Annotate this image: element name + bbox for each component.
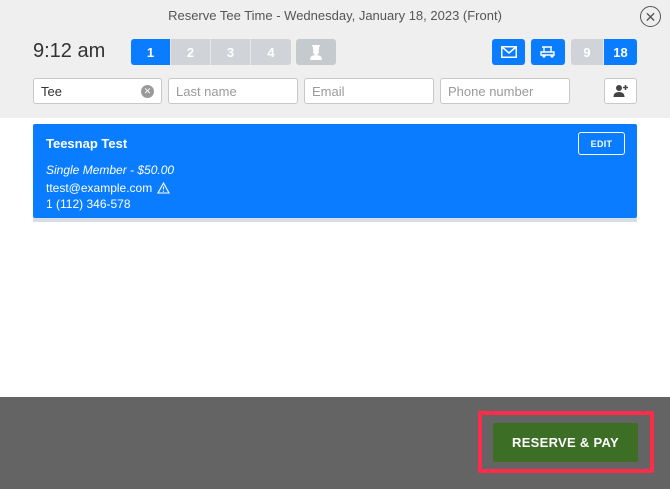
first-name-field[interactable]: Tee ✕ — [33, 78, 162, 104]
player-count-selector: 1 2 3 4 — [131, 39, 291, 65]
modal-title: Reserve Tee Time - Wednesday, January 18… — [168, 8, 502, 23]
player-phone: 1 (112) 346-578 — [46, 197, 131, 211]
close-icon[interactable]: ✕ — [640, 6, 661, 27]
reserve-and-pay-button[interactable]: RESERVE & PAY — [493, 423, 638, 462]
email-field[interactable]: Email — [304, 78, 434, 104]
modal-header: Reserve Tee Time - Wednesday, January 18… — [0, 0, 670, 118]
player-count-1[interactable]: 1 — [131, 39, 171, 65]
last-name-field[interactable]: Last name — [168, 78, 298, 104]
phone-field[interactable]: Phone number — [440, 78, 570, 104]
holes-selector: 9 18 — [571, 39, 637, 65]
member-silhouette-icon — [310, 45, 322, 60]
edit-button[interactable]: EDIT — [578, 132, 625, 155]
player-email-row: ttest@example.com — [46, 181, 171, 195]
player-count-2[interactable]: 2 — [171, 39, 211, 65]
clear-input-icon[interactable]: ✕ — [141, 85, 154, 98]
player-name: Teesnap Test — [46, 136, 128, 151]
holes-9[interactable]: 9 — [571, 39, 604, 65]
golf-cart-icon — [540, 46, 555, 58]
player-rate: Single Member - $50.00 — [46, 163, 175, 177]
email-placeholder: Email — [312, 83, 345, 99]
cart-button[interactable] — [531, 39, 565, 65]
player-count-3[interactable]: 3 — [211, 39, 251, 65]
warning-triangle-icon — [157, 182, 171, 194]
tee-time: 9:12 am — [33, 40, 106, 62]
member-button[interactable] — [296, 39, 336, 65]
first-name-value: Tee — [41, 83, 62, 99]
player-count-4[interactable]: 4 — [251, 39, 291, 65]
envelope-icon — [500, 46, 517, 58]
card-divider — [33, 218, 637, 222]
add-player-button[interactable] — [604, 78, 637, 104]
last-name-placeholder: Last name — [176, 83, 237, 99]
phone-placeholder: Phone number — [448, 83, 534, 99]
add-person-icon — [613, 85, 628, 97]
email-confirmation-button[interactable] — [492, 39, 525, 65]
player-email: ttest@example.com — [46, 181, 153, 195]
holes-18[interactable]: 18 — [604, 39, 637, 65]
player-card[interactable]: Teesnap Test EDIT Single Member - $50.00… — [33, 124, 637, 218]
